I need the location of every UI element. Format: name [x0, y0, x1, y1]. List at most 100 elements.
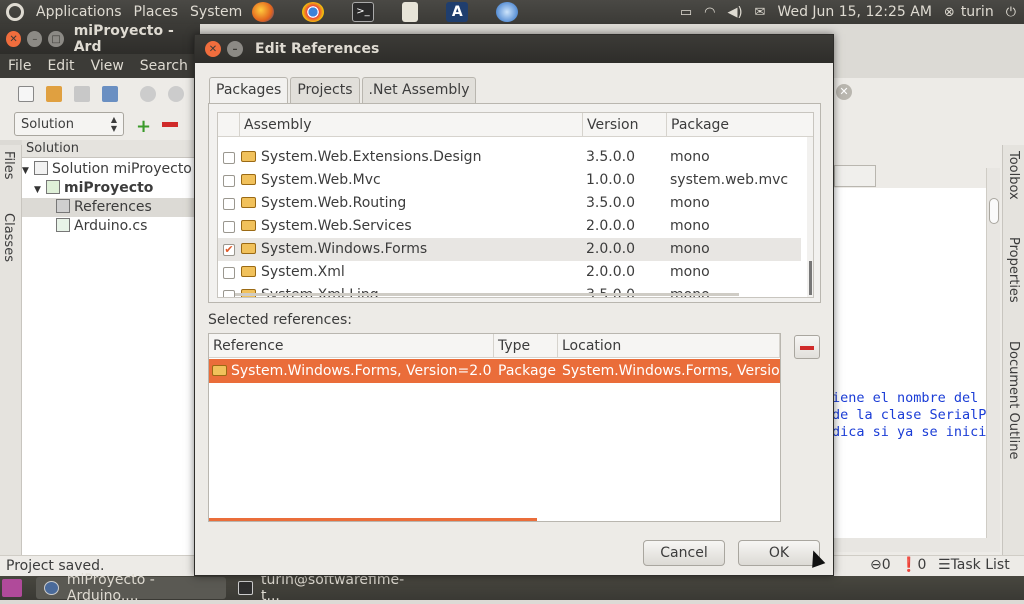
ide-minimize-button[interactable]: –: [27, 31, 43, 47]
ide-maximize-button[interactable]: □: [48, 31, 64, 47]
firefox-icon[interactable]: [252, 2, 275, 22]
package-row[interactable]: System.Web.Extensions.Design 3.5.0.0 mon…: [218, 146, 801, 169]
power-icon[interactable]: ⏻: [1006, 5, 1016, 20]
solution-combo[interactable]: Solution ▲ ▼: [14, 112, 124, 136]
assembly-name: System.Windows.Forms: [261, 241, 428, 257]
project-icon: [46, 180, 60, 194]
user-name[interactable]: turin: [961, 4, 994, 20]
network-app-icon[interactable]: [496, 2, 519, 22]
tab-projects[interactable]: Projects: [290, 77, 360, 103]
terminal-icon[interactable]: >_: [352, 2, 375, 22]
ide-close-button[interactable]: ✕: [6, 31, 22, 47]
assembly-column-header[interactable]: Assembly: [240, 113, 583, 137]
solution-pad-header: Solution: [22, 140, 194, 158]
member-combo[interactable]: [834, 165, 876, 187]
volume-icon[interactable]: ◀): [727, 5, 742, 20]
package-row[interactable]: System.Xml 2.0.0.0 mono: [218, 261, 801, 284]
system-menu[interactable]: System: [184, 4, 248, 20]
document-outline-tab[interactable]: Document Outline: [1006, 341, 1021, 460]
package-checkbox[interactable]: [223, 152, 235, 164]
tab-net-assembly[interactable]: .Net Assembly: [361, 77, 477, 103]
remove-icon[interactable]: [162, 122, 178, 127]
editor-vscroll[interactable]: [986, 168, 1000, 538]
menu-edit[interactable]: Edit: [39, 58, 82, 74]
font-app-icon[interactable]: A: [446, 2, 469, 22]
task-list-button[interactable]: ☰Task List: [938, 555, 1010, 576]
task-ide[interactable]: miProyecto - Arduino....: [36, 572, 226, 604]
type-column-header[interactable]: Type: [494, 334, 558, 358]
user-status-icon[interactable]: ⊗: [944, 5, 955, 20]
battery-icon[interactable]: ▭: [680, 5, 692, 20]
expand-icon[interactable]: ▼: [22, 162, 34, 181]
package-checkbox[interactable]: [223, 175, 235, 187]
places-menu[interactable]: Places: [128, 4, 185, 20]
show-desktop-icon[interactable]: [2, 579, 22, 597]
warning-count[interactable]: ❗0: [900, 555, 926, 576]
mail-icon[interactable]: ✉: [755, 5, 766, 20]
dialog-close-button[interactable]: ✕: [205, 41, 221, 57]
tab-packages[interactable]: Packages: [209, 77, 289, 105]
dialog-minimize-button[interactable]: –: [227, 41, 243, 57]
menu-search[interactable]: Search: [132, 58, 196, 74]
editor-hscroll[interactable]: [834, 538, 1000, 552]
new-file-icon[interactable]: [18, 86, 34, 102]
package-checkbox[interactable]: [223, 267, 235, 279]
package-checkbox[interactable]: [223, 290, 235, 297]
assembly-package: mono: [670, 149, 710, 165]
media-player-icon[interactable]: [402, 2, 419, 22]
package-row-selected[interactable]: ✔ System.Windows.Forms 2.0.0.0 mono: [218, 238, 801, 261]
package-row[interactable]: System.Web.Services 2.0.0.0 mono: [218, 215, 801, 238]
code-editor[interactable]: iene el nombre del p de la clase SerialP…: [834, 188, 988, 538]
toolbox-tab[interactable]: Toolbox: [1006, 151, 1021, 200]
package-icon: [241, 243, 256, 254]
selected-reference-row[interactable]: System.Windows.Forms, Version=2.0.0.0 Pa…: [209, 359, 780, 383]
package-checkbox[interactable]: [223, 198, 235, 210]
chrome-icon[interactable]: [302, 2, 325, 22]
clock[interactable]: Wed Jun 15, 12:25 AM: [777, 4, 931, 20]
solution-pad: Solution ▼ Solution miProyecto ▼ miProyect…: [22, 140, 194, 555]
menu-file[interactable]: File: [0, 58, 39, 74]
version-column-header[interactable]: Version: [583, 113, 667, 137]
add-icon[interactable]: +: [136, 116, 151, 137]
redo-icon[interactable]: [168, 86, 184, 102]
package-column-header[interactable]: Package: [667, 113, 813, 137]
package-checkbox[interactable]: [223, 221, 235, 233]
ubuntu-logo-icon[interactable]: [6, 3, 24, 21]
editor-close-icon[interactable]: ✕: [836, 84, 852, 100]
taskbar: miProyecto - Arduino.... turin@softwaref…: [0, 572, 1024, 604]
save-icon[interactable]: [74, 86, 90, 102]
package-checkbox-checked[interactable]: ✔: [223, 244, 235, 256]
save-all-icon[interactable]: [102, 86, 118, 102]
applications-menu[interactable]: Applications: [30, 4, 128, 20]
properties-tab-label: Properties: [1006, 237, 1021, 303]
reference-column-header[interactable]: Reference: [209, 334, 494, 358]
wifi-icon[interactable]: ◠: [704, 5, 715, 20]
task-terminal[interactable]: turin@softwarefime-t...: [230, 572, 420, 604]
properties-tab[interactable]: Properties: [1006, 237, 1021, 303]
list-vscroll[interactable]: [807, 137, 813, 297]
tree-file[interactable]: Arduino.cs: [56, 217, 147, 236]
scroll-thumb[interactable]: [989, 198, 999, 224]
combo-arrow-icon: ▲ ▼: [110, 115, 117, 133]
package-row[interactable]: System.Web.Routing 3.5.0.0 mono: [218, 192, 801, 215]
packages-list[interactable]: Assembly Version Package System.Web.Exte…: [217, 112, 814, 298]
selected-references-list[interactable]: Reference Type Location System.Windows.F…: [208, 333, 781, 522]
files-tab[interactable]: Files: [1, 151, 16, 180]
scroll-thumb[interactable]: [809, 261, 812, 295]
cancel-button[interactable]: Cancel: [643, 540, 725, 566]
remove-reference-button[interactable]: [794, 335, 820, 359]
undo-icon[interactable]: [140, 86, 156, 102]
list-hscroll[interactable]: [209, 518, 537, 521]
tree-solution[interactable]: ▼ Solution miProyecto: [22, 160, 192, 179]
menu-view[interactable]: View: [83, 58, 132, 74]
tree-project[interactable]: ▼ miProyecto: [34, 179, 153, 198]
tree-references[interactable]: References: [22, 198, 194, 217]
assembly-name: System.Web.Extensions.Design: [261, 149, 482, 165]
open-icon[interactable]: [46, 86, 62, 102]
classes-tab[interactable]: Classes: [1, 213, 16, 262]
error-count[interactable]: ⊖0: [870, 555, 891, 576]
list-hscroll[interactable]: [235, 293, 739, 296]
package-icon: [212, 365, 227, 376]
package-row[interactable]: System.Web.Mvc 1.0.0.0 system.web.mvc: [218, 169, 801, 192]
location-column-header[interactable]: Location: [558, 334, 780, 358]
